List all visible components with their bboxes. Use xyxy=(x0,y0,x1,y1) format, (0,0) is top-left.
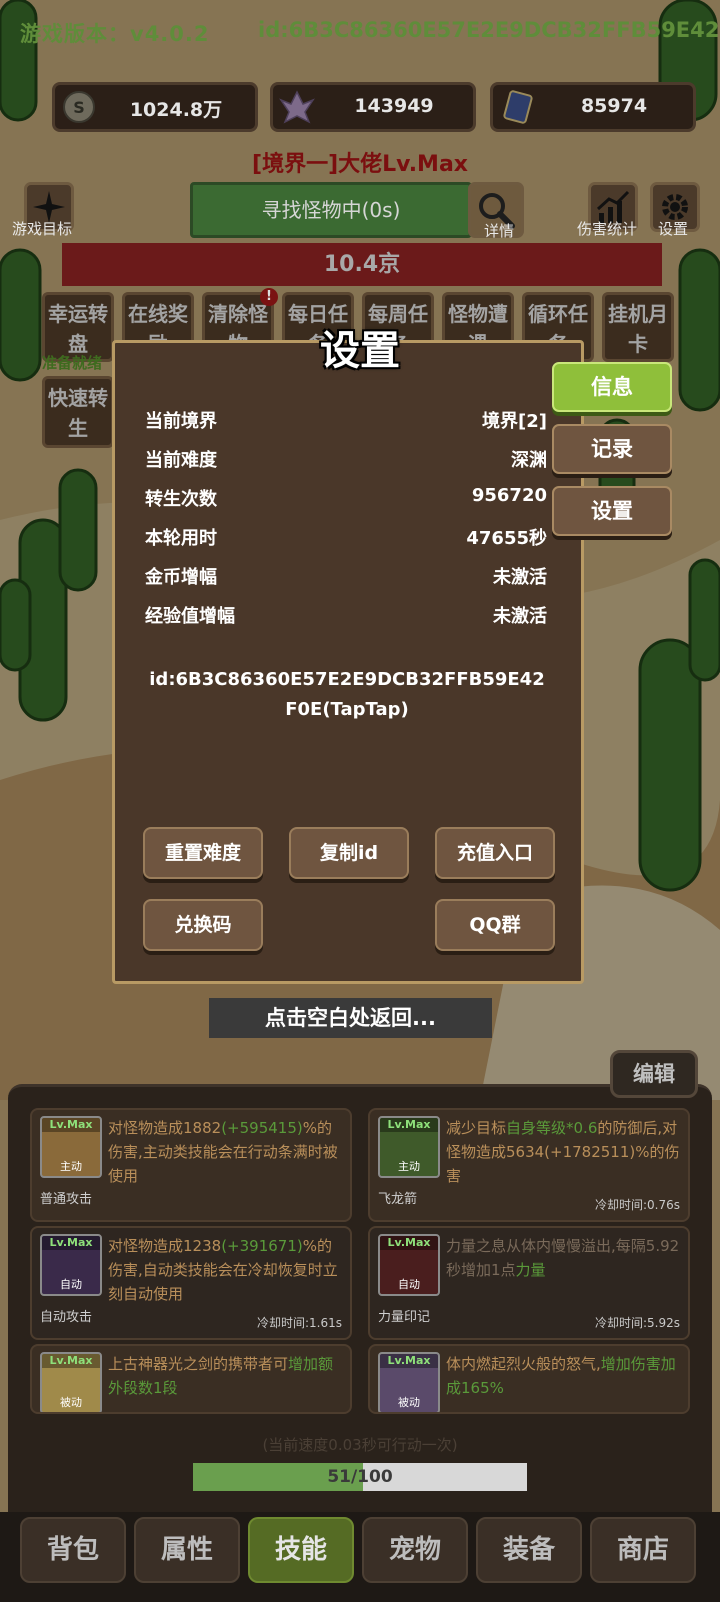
nav-equipment[interactable]: 装备 xyxy=(476,1517,582,1583)
copy-id-button[interactable]: 复制id xyxy=(289,827,409,879)
skill-type: 被动 xyxy=(60,1396,82,1409)
info-key: 当前境界 xyxy=(145,411,217,432)
crystal-counter: 143949 xyxy=(270,82,476,132)
info-value: 深渊 xyxy=(511,450,547,471)
info-value: 境界[2] xyxy=(482,411,547,432)
info-key: 本轮用时 xyxy=(145,528,217,549)
skill-type: 自动 xyxy=(60,1278,82,1291)
redeem-code-button[interactable]: 兑换码 xyxy=(143,899,263,951)
skill-cooldown: 冷却时间:5.92s xyxy=(594,1316,680,1330)
reset-difficulty-button[interactable]: 重置难度 xyxy=(143,827,263,879)
info-key: 当前难度 xyxy=(145,450,217,471)
nav-bag[interactable]: 背包 xyxy=(20,1517,126,1583)
info-value: 956720 xyxy=(471,485,547,506)
settings-dialog: 当前境界 境界[2] 当前难度 深渊 转生次数 956720 本轮用时 4765… xyxy=(112,340,584,984)
nav-pets[interactable]: 宠物 xyxy=(362,1517,468,1583)
info-key: 转生次数 xyxy=(145,489,217,510)
info-key: 金币增幅 xyxy=(145,567,217,588)
skill-description: 上古神器光之剑的携带者可增加额外段数1段 xyxy=(108,1355,334,1397)
skill-icon: Lv.Max 被动 xyxy=(378,1352,440,1412)
skill-card[interactable]: Lv.Max 主动 普通攻击 对怪物造成1882(+595415)%的伤害,主动… xyxy=(30,1108,352,1222)
card-icon xyxy=(503,90,533,124)
recharge-button[interactable]: 充值入口 xyxy=(435,827,555,879)
tab-settings[interactable]: 设置 xyxy=(552,486,672,536)
skill-icon: Lv.Max 主动 xyxy=(40,1116,102,1178)
skill-level: Lv.Max xyxy=(380,1354,438,1368)
skill-description: 对怪物造成1238(+391671)%的伤害,自动类技能会在冷却恢复时立刻自动使… xyxy=(108,1237,338,1303)
skill-type: 主动 xyxy=(398,1160,420,1173)
card-counter: 85974 xyxy=(490,82,696,132)
coin-icon: S xyxy=(63,91,95,123)
info-key: 经验值增幅 xyxy=(145,606,235,627)
skill-type: 被动 xyxy=(398,1396,420,1409)
info-row: 本轮用时 47655秒 xyxy=(145,524,547,552)
account-id-text: id:6B3C86360E57E2E9DCB32FFB59E42F0E(TapT… xyxy=(149,669,545,720)
skill-name: 力量印记 xyxy=(378,1310,431,1325)
nav-shop[interactable]: 商店 xyxy=(590,1517,696,1583)
skill-name: 普通攻击 xyxy=(40,1192,93,1207)
skill-level: Lv.Max xyxy=(42,1354,100,1368)
skill-icon: Lv.Max 被动 xyxy=(40,1352,102,1412)
find-monster-bar[interactable]: 寻找怪物中(0s) xyxy=(190,182,472,238)
close-hint[interactable]: 点击空白处返回... xyxy=(209,998,492,1038)
skill-level: Lv.Max xyxy=(380,1236,438,1250)
edit-button[interactable]: 编辑 xyxy=(610,1050,698,1098)
realm-title: [境界一]大佬Lv.Max xyxy=(252,152,468,177)
skill-type: 自动 xyxy=(398,1278,420,1291)
skill-description: 对怪物造成1882(+595415)%的伤害,主动类技能会在行动条满时被使用 xyxy=(108,1119,338,1185)
skill-card[interactable]: Lv.Max 被动 上古神器光之剑的携带者可增加额外段数1段 xyxy=(30,1344,352,1414)
notification-badge: ! xyxy=(260,288,278,306)
crystal-icon xyxy=(279,90,315,124)
player-id: id:6B3C86360E57E2E9DCB32FFB59E42F0E xyxy=(258,18,718,42)
skill-card[interactable]: Lv.Max 自动 力量印记 力量之息从体内慢慢溢出,每隔5.92秒增加1点力量… xyxy=(368,1226,690,1340)
skill-card[interactable]: Lv.Max 主动 飞龙箭 减少目标自身等级*0.6的防御后,对怪物造成5634… xyxy=(368,1108,690,1222)
coin-value: 1024.8万 xyxy=(129,99,223,121)
nav-skills[interactable]: 技能 xyxy=(248,1517,354,1583)
info-row: 当前境界 境界[2] xyxy=(145,407,547,435)
skill-level: Lv.Max xyxy=(42,1118,100,1132)
qq-group-button[interactable]: QQ群 xyxy=(435,899,555,951)
skill-description: 体内燃起烈火般的怒气,增加伤害加成165% xyxy=(446,1355,676,1397)
skill-name: 飞龙箭 xyxy=(378,1192,418,1207)
skill-level: Lv.Max xyxy=(42,1236,100,1250)
monster-hp-bar: 10.4京 xyxy=(62,243,662,286)
skill-level: Lv.Max xyxy=(380,1118,438,1132)
info-value: 未激活 xyxy=(493,606,547,627)
skill-description: 力量之息从体内慢慢溢出,每隔5.92秒增加1点力量 xyxy=(446,1237,680,1279)
skill-name: 自动攻击 xyxy=(40,1310,93,1325)
action-progress-bar: 51/100 xyxy=(193,1463,527,1491)
info-row: 金币增幅 未激活 xyxy=(145,563,547,591)
function-quick-rebirth[interactable]: 快速转生 xyxy=(42,376,114,448)
skill-icon: Lv.Max 自动 xyxy=(40,1234,102,1296)
skill-card[interactable]: Lv.Max 被动 体内燃起烈火般的怒气,增加伤害加成165% xyxy=(368,1344,690,1414)
skill-card[interactable]: Lv.Max 自动 自动攻击 对怪物造成1238(+391671)%的伤害,自动… xyxy=(30,1226,352,1340)
detail-label: 详情 xyxy=(484,222,515,240)
skill-cooldown: 冷却时间:1.61s xyxy=(256,1316,342,1330)
tab-records[interactable]: 记录 xyxy=(552,424,672,474)
skill-icon: Lv.Max 自动 xyxy=(378,1234,440,1296)
skill-icon: Lv.Max 主动 xyxy=(378,1116,440,1178)
info-row: 当前难度 深渊 xyxy=(145,446,547,474)
game-version: 游戏版本：v4.0.2 xyxy=(20,22,210,46)
nav-attributes[interactable]: 属性 xyxy=(134,1517,240,1583)
skill-cooldown: 冷却时间:0.76s xyxy=(594,1198,680,1212)
info-row: 转生次数 956720 xyxy=(145,485,547,513)
info-value: 47655秒 xyxy=(466,528,547,549)
crystal-value: 143949 xyxy=(354,95,434,117)
info-value: 未激活 xyxy=(493,567,547,588)
card-value: 85974 xyxy=(580,95,648,117)
skill-type: 主动 xyxy=(60,1160,82,1173)
action-speed-text: (当前速度0.03秒可行动一次) xyxy=(262,1436,458,1454)
settings-label: 设置 xyxy=(658,220,689,238)
svg-text:S: S xyxy=(73,98,85,117)
tab-info[interactable]: 信息 xyxy=(552,362,672,412)
coin-counter: S 1024.8万 xyxy=(52,82,258,132)
damage-stats-label: 伤害统计 xyxy=(577,220,638,238)
action-progress-text: 51/100 xyxy=(327,1467,393,1487)
skill-description: 减少目标自身等级*0.6的防御后,对怪物造成5634(+1782511)%的伤害 xyxy=(446,1119,680,1185)
game-goal-label: 游戏目标 xyxy=(12,220,73,238)
info-row: 经验值增幅 未激活 xyxy=(145,602,547,630)
